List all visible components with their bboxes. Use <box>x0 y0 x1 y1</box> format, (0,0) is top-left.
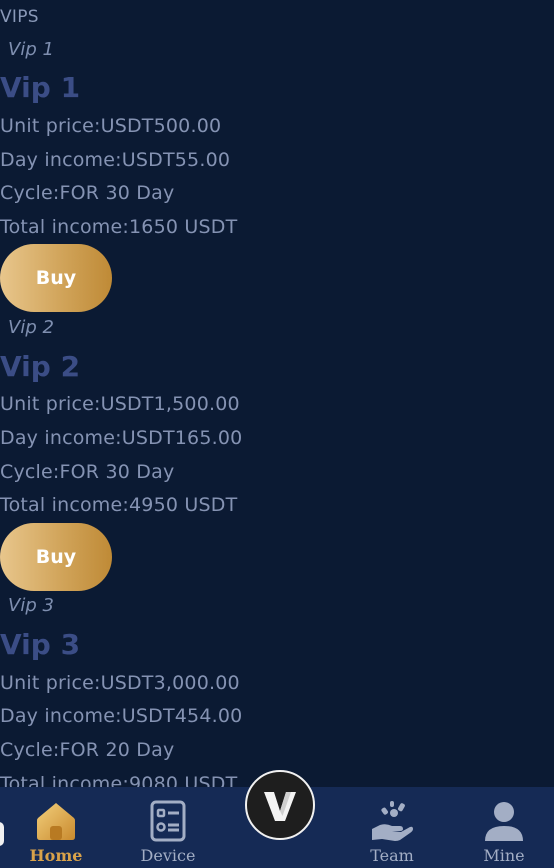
day-income: Day income:USDT55.00 <box>0 149 231 171</box>
device-list-icon <box>150 800 186 842</box>
total-income: Total income:1650 USDT <box>0 216 238 238</box>
plan-name: Vip 3 <box>0 628 81 661</box>
day-income: Day income:USDT454.00 <box>0 705 243 727</box>
v-logo-icon <box>264 792 296 821</box>
nav-home-label: Home <box>29 846 83 865</box>
plan-tag: Vip 1 <box>8 39 54 60</box>
buy-button[interactable]: Buy <box>0 244 112 312</box>
plan-tag: Vip 2 <box>8 317 54 338</box>
team-hand-icon <box>372 801 413 841</box>
nav-device[interactable]: Device <box>113 787 223 868</box>
center-logo-button[interactable] <box>245 770 315 840</box>
edge-handle[interactable] <box>0 822 4 846</box>
cycle: Cycle:FOR 20 Day <box>0 739 175 761</box>
user-icon <box>485 802 523 841</box>
cycle: Cycle:FOR 30 Day <box>0 461 175 483</box>
plan-name: Vip 1 <box>0 71 81 104</box>
buy-button[interactable]: Buy <box>0 523 112 591</box>
nav-mine-label: Mine <box>483 846 525 865</box>
day-income: Day income:USDT165.00 <box>0 427 243 449</box>
nav-team-label: Team <box>370 846 414 865</box>
nav-team[interactable]: Team <box>337 787 447 868</box>
nav-mine[interactable]: Mine <box>449 787 554 868</box>
nav-device-label: Device <box>140 846 196 865</box>
cycle: Cycle:FOR 30 Day <box>0 182 175 204</box>
vip-page: VIPS Vip 1 Vip 1 Unit price:USDT500.00 D… <box>0 0 554 868</box>
nav-home[interactable]: Home <box>1 787 111 868</box>
home-icon <box>37 803 75 840</box>
section-title: VIPS <box>0 7 39 27</box>
plan-tag: Vip 3 <box>8 595 54 616</box>
unit-price: Unit price:USDT3,000.00 <box>0 672 240 694</box>
unit-price: Unit price:USDT500.00 <box>0 115 222 137</box>
total-income: Total income:4950 USDT <box>0 494 238 516</box>
unit-price: Unit price:USDT1,500.00 <box>0 393 240 415</box>
plan-name: Vip 2 <box>0 350 81 383</box>
